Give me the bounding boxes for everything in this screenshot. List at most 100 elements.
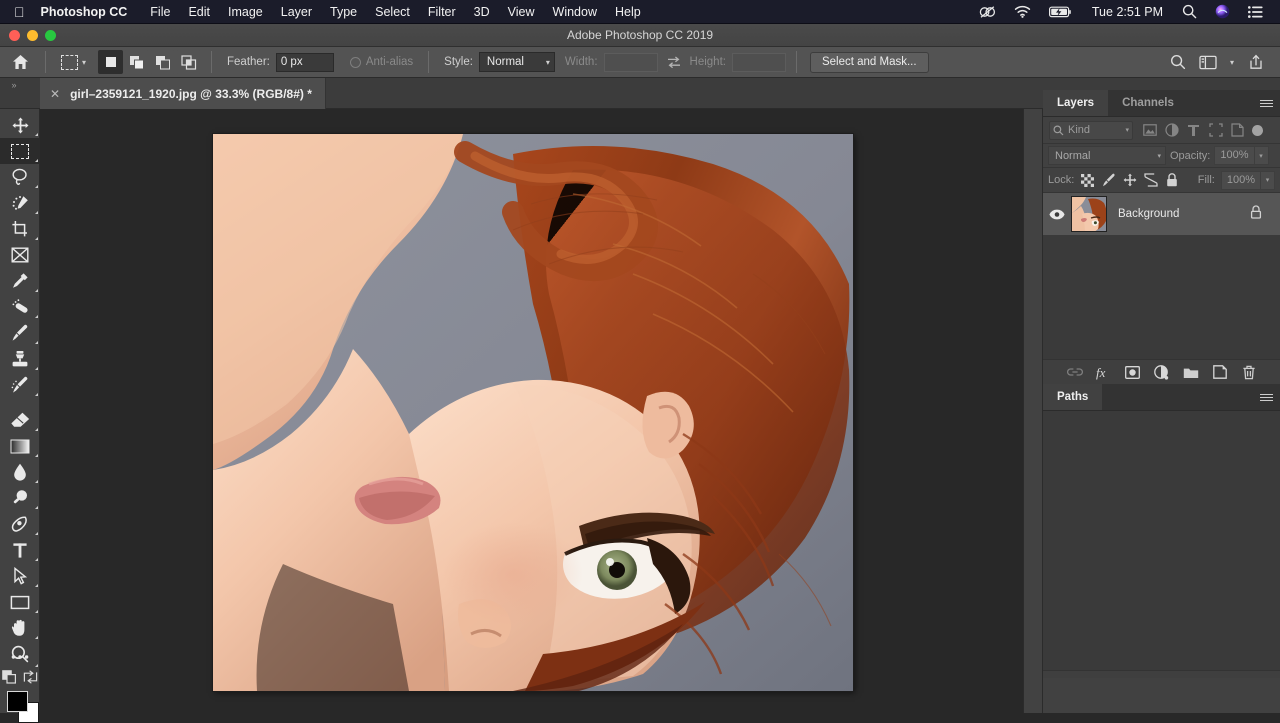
paths-list[interactable] — [1043, 411, 1280, 670]
new-selection-button[interactable] — [98, 50, 124, 74]
swap-width-height-icon[interactable] — [658, 55, 690, 69]
add-to-selection-button[interactable] — [124, 50, 150, 74]
pixel-layer-filter-icon[interactable] — [1141, 122, 1158, 139]
dodge-tool[interactable] — [0, 485, 40, 511]
edit-toolbar-more-button[interactable] — [0, 645, 40, 669]
lock-image-pixels-icon[interactable] — [1101, 173, 1116, 188]
expand-panel-arrows-icon[interactable]: » — [3, 78, 25, 92]
eraser-tool[interactable] — [0, 407, 40, 433]
apple-logo-icon[interactable]:  — [0, 5, 39, 19]
close-icon[interactable]: ✕ — [50, 87, 60, 101]
shape-layer-filter-icon[interactable] — [1207, 122, 1224, 139]
layer-list[interactable]: Background — [1043, 193, 1280, 359]
foreground-color-swatch[interactable] — [7, 691, 28, 712]
lock-icon[interactable] — [1250, 204, 1262, 224]
new-adjustment-layer-icon[interactable] — [1154, 364, 1170, 380]
tab-paths[interactable]: Paths — [1043, 384, 1103, 410]
frame-tool[interactable] — [0, 242, 40, 268]
height-input[interactable] — [731, 52, 786, 72]
fill-value[interactable]: 100% — [1220, 170, 1261, 190]
menu-app-name[interactable]: Photoshop CC — [39, 0, 142, 24]
add-layer-mask-icon[interactable] — [1125, 364, 1141, 380]
gradient-tool[interactable] — [0, 433, 40, 459]
feather-input[interactable]: 0 px — [275, 52, 334, 72]
wifi-icon[interactable] — [1005, 5, 1040, 18]
layer-filter-toggle-icon[interactable] — [1252, 124, 1263, 136]
move-tool[interactable] — [0, 112, 40, 138]
creative-cloud-icon[interactable] — [970, 5, 1005, 19]
spot-healing-brush-tool[interactable] — [0, 294, 40, 320]
quick-mask-icon[interactable] — [2, 669, 17, 689]
clone-stamp-tool[interactable] — [0, 346, 40, 372]
select-and-mask-button[interactable]: Select and Mask... — [809, 51, 929, 73]
layer-filter-kind-select[interactable]: Kind ▾ — [1049, 120, 1133, 140]
menu-item-image[interactable]: Image — [219, 0, 272, 24]
style-select[interactable]: Normal ▾ — [478, 52, 555, 72]
notification-center-icon[interactable] — [1239, 5, 1272, 18]
menu-item-file[interactable]: File — [141, 0, 179, 24]
anti-alias-checkbox[interactable] — [349, 56, 361, 68]
document-canvas[interactable] — [213, 134, 853, 691]
menu-item-edit[interactable]: Edit — [179, 0, 219, 24]
adjustment-layer-filter-icon[interactable] — [1163, 122, 1180, 139]
layer-name[interactable]: Background — [1118, 208, 1179, 220]
lock-position-icon[interactable] — [1122, 173, 1137, 188]
new-layer-icon[interactable] — [1212, 364, 1228, 380]
eye-visible-icon[interactable] — [1043, 209, 1071, 220]
battery-charging-icon[interactable] — [1040, 6, 1082, 18]
chevron-down-icon[interactable]: ▾ — [82, 58, 86, 67]
blur-tool[interactable] — [0, 459, 40, 485]
layers-panel-menu-icon[interactable] — [1260, 90, 1273, 117]
path-selection-tool[interactable] — [0, 563, 40, 589]
menu-item-layer[interactable]: Layer — [272, 0, 321, 24]
menu-item-help[interactable]: Help — [606, 0, 650, 24]
collapsed-panel-strip[interactable] — [1023, 109, 1043, 713]
layer-style-fx-icon[interactable]: fx — [1096, 364, 1112, 380]
history-brush-tool[interactable] — [0, 372, 40, 398]
menu-bar-clock[interactable]: Tue 2:51 PM — [1082, 5, 1173, 19]
search-icon[interactable] — [1164, 49, 1192, 75]
link-layers-icon[interactable] — [1066, 364, 1083, 380]
eyedropper-tool[interactable] — [0, 268, 40, 294]
delete-layer-icon[interactable] — [1241, 364, 1257, 380]
lock-transparent-pixels-icon[interactable] — [1080, 173, 1095, 188]
type-layer-filter-icon[interactable] — [1185, 122, 1202, 139]
home-icon[interactable] — [0, 54, 40, 70]
siri-icon[interactable] — [1206, 4, 1239, 19]
workspace-icon[interactable] — [1194, 49, 1222, 75]
tab-layers[interactable]: Layers — [1043, 90, 1109, 116]
menu-item-type[interactable]: Type — [321, 0, 366, 24]
new-group-icon[interactable] — [1183, 364, 1199, 380]
smart-object-filter-icon[interactable] — [1229, 122, 1246, 139]
opacity-value[interactable]: 100% — [1214, 146, 1255, 165]
blend-mode-select[interactable]: Normal ▾ — [1048, 146, 1166, 165]
table-row[interactable]: Background — [1043, 193, 1280, 235]
lock-artboard-nesting-icon[interactable] — [1143, 173, 1158, 188]
width-input[interactable] — [603, 52, 658, 72]
menu-item-filter[interactable]: Filter — [419, 0, 465, 24]
screen-mode-icon[interactable] — [23, 669, 38, 689]
intersect-selection-button[interactable] — [176, 50, 202, 74]
layer-thumbnail[interactable] — [1071, 196, 1107, 232]
active-tool-picker[interactable]: ▾ — [51, 54, 90, 70]
subtract-from-selection-button[interactable] — [150, 50, 176, 74]
chevron-down-icon[interactable]: ▾ — [1224, 49, 1240, 75]
menu-item-window[interactable]: Window — [544, 0, 606, 24]
tab-channels[interactable]: Channels — [1108, 90, 1188, 116]
lasso-tool[interactable] — [0, 164, 40, 190]
type-tool[interactable] — [0, 537, 40, 563]
share-icon[interactable] — [1242, 49, 1270, 75]
rectangular-marquee-tool[interactable] — [0, 138, 40, 164]
fill-stepper[interactable]: ▾ — [1261, 170, 1275, 190]
document-tab[interactable]: ✕ girl–2359121_1920.jpg @ 33.3% (RGB/8#)… — [40, 78, 326, 109]
lock-all-icon[interactable] — [1164, 173, 1179, 188]
spotlight-search-icon[interactable] — [1173, 4, 1206, 19]
paths-panel-menu-icon[interactable] — [1260, 384, 1273, 411]
pen-tool[interactable] — [0, 511, 40, 537]
canvas-workspace[interactable] — [40, 109, 1023, 713]
menu-item-select[interactable]: Select — [366, 0, 419, 24]
rectangle-tool[interactable] — [0, 589, 40, 615]
menu-item-3d[interactable]: 3D — [465, 0, 499, 24]
crop-tool[interactable] — [0, 216, 40, 242]
brush-tool[interactable] — [0, 320, 40, 346]
